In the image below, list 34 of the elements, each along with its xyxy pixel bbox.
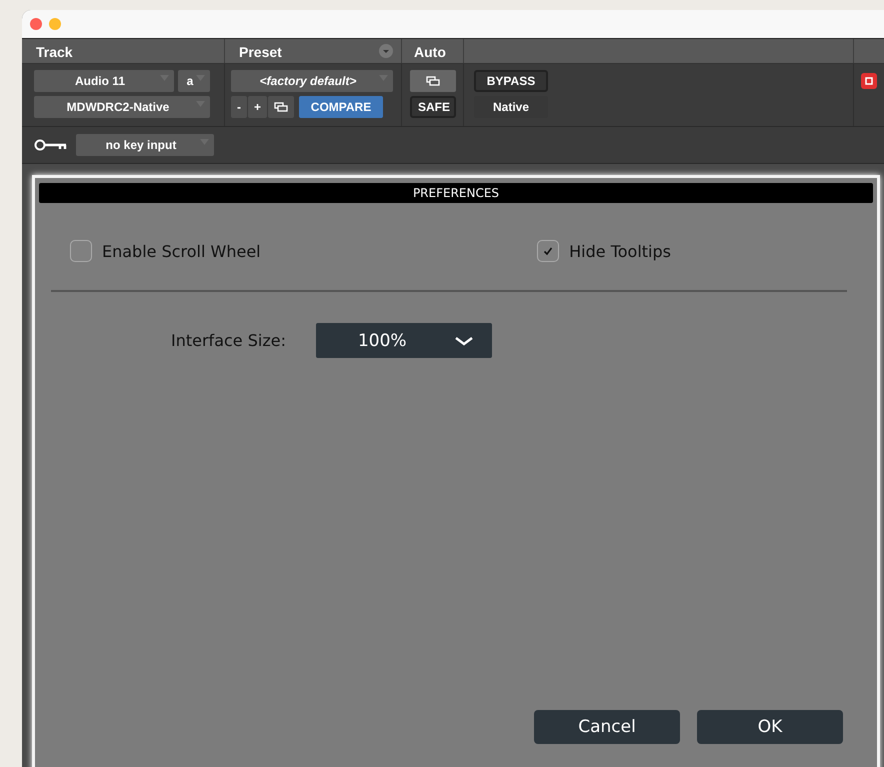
copy-button[interactable] (268, 96, 294, 118)
cancel-button[interactable]: Cancel (534, 710, 680, 744)
automation-button[interactable] (410, 70, 456, 92)
windows-icon (426, 76, 440, 86)
ok-button[interactable]: OK (697, 710, 843, 744)
clip-indicator-icon (861, 73, 877, 89)
windows-icon (274, 102, 288, 112)
previous-preset-button[interactable]: - (231, 96, 247, 118)
chevron-icon (454, 336, 474, 346)
close-icon[interactable] (30, 18, 42, 30)
format-label: Native (474, 96, 548, 118)
checkmark-icon (542, 245, 554, 257)
key-icon (34, 139, 68, 151)
column-header: Preset (225, 39, 402, 63)
minimize-icon[interactable] (49, 18, 61, 30)
dialog-title: PREFERENCES (39, 183, 873, 203)
next-preset-button[interactable]: + (248, 96, 268, 118)
bypass-button[interactable]: BYPASS (474, 70, 548, 92)
safe-button[interactable]: SAFE (410, 96, 456, 118)
checkbox[interactable] (70, 240, 92, 262)
compare-button[interactable]: COMPARE (299, 96, 384, 118)
key-input-selector[interactable]: no key input (76, 134, 214, 156)
checkbox-label: Enable Scroll Wheel (102, 242, 261, 260)
track-selector[interactable]: Audio 11 (34, 70, 174, 92)
menu-icon[interactable] (379, 44, 393, 58)
field-label: Interface Size: (171, 331, 286, 350)
checkbox[interactable] (537, 240, 560, 262)
column-header: Track (22, 39, 225, 63)
plugin-selector[interactable]: MDWDRC2-Native (34, 96, 210, 118)
channel-selector[interactable]: a (178, 70, 210, 92)
checkbox-label: Hide Tooltips (569, 242, 671, 260)
preset-selector[interactable]: <factory default> (231, 70, 393, 92)
interface-size-dropdown[interactable]: 100% (316, 323, 492, 358)
column-header: Auto (402, 39, 464, 63)
